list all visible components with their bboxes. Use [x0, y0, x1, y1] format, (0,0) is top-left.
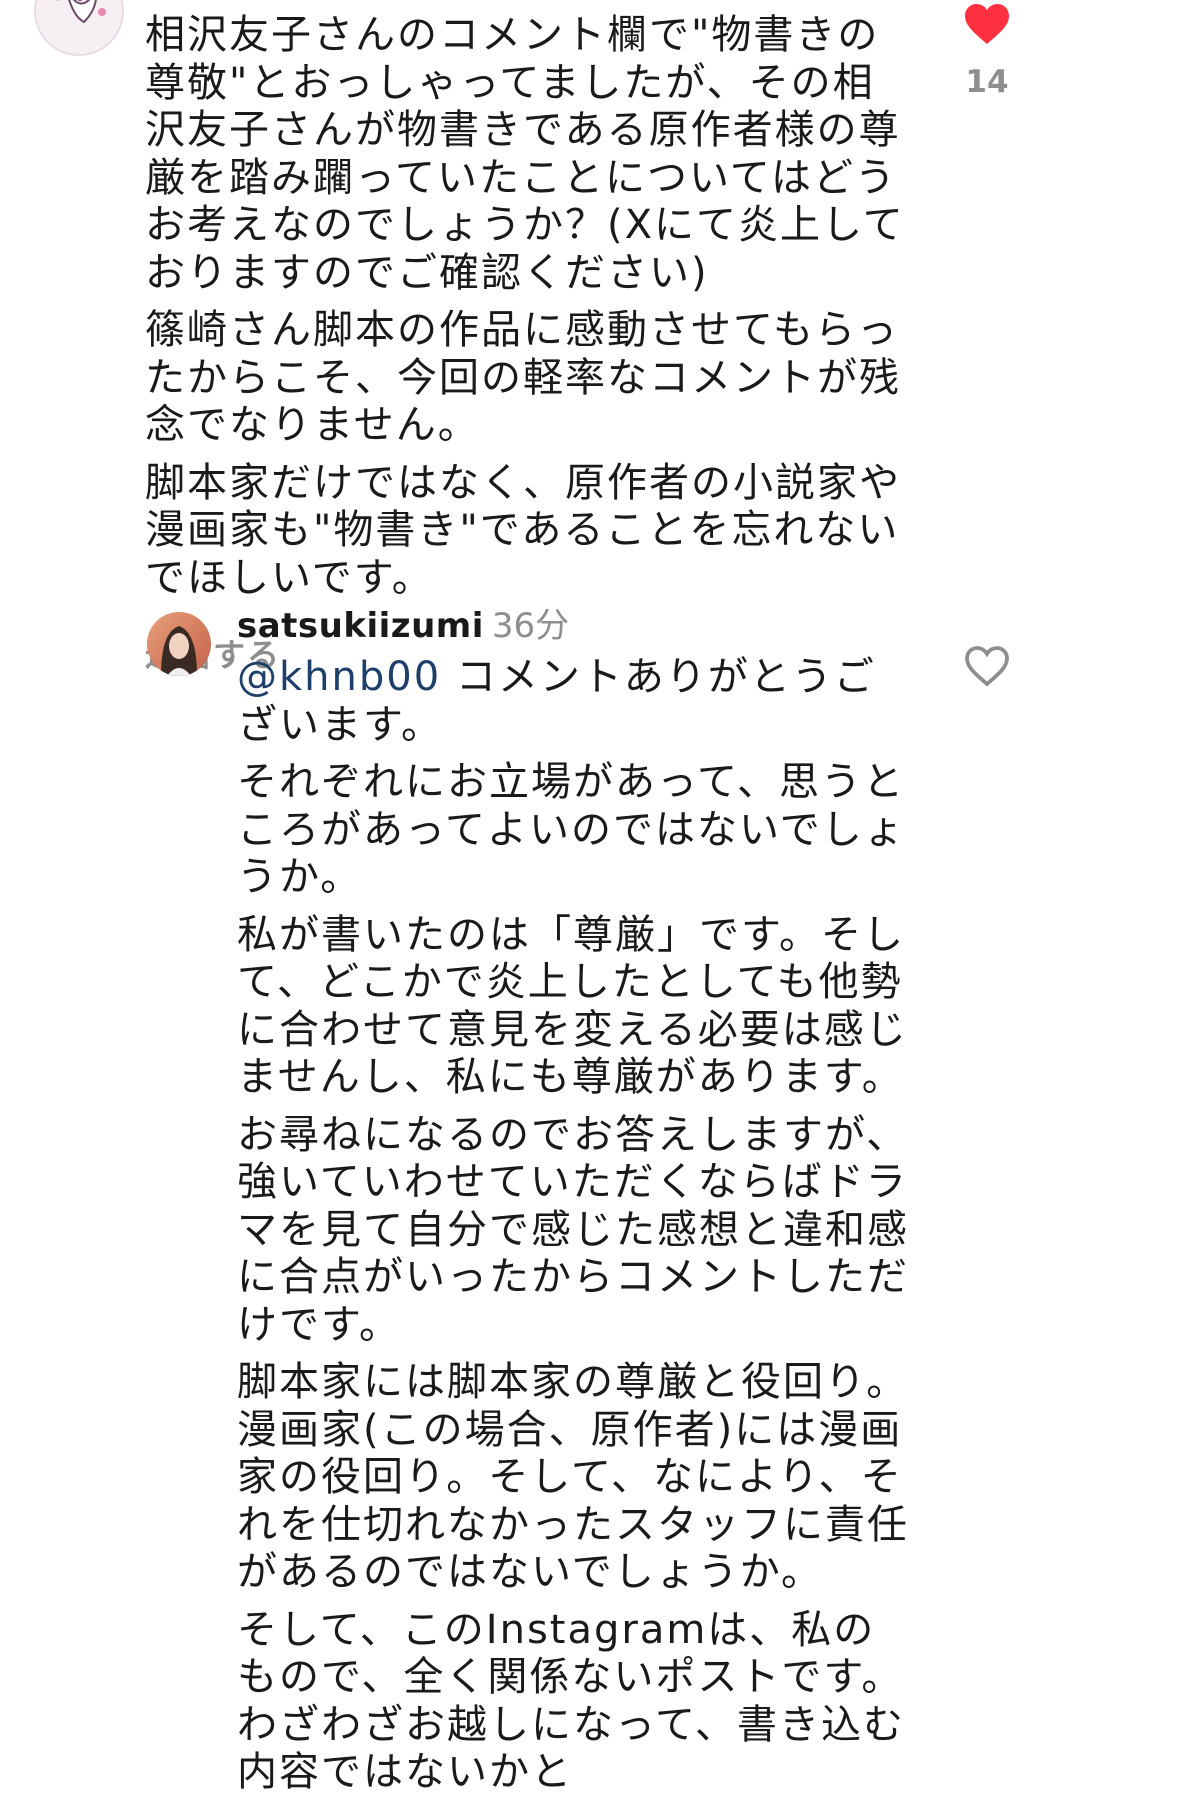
comment-2-body: satsukiizumi 36分 @khnb00 コメントありがとうございます。 …	[237, 604, 917, 1807]
comment-text: 私が書いたのは「尊厳」です。そして、どこかで炎上したとしても他勢に合わせて意見を…	[237, 911, 908, 1101]
like-column: 14	[947, 2, 1027, 100]
timestamp: 36分	[491, 606, 570, 646]
comment-header: satsukiizumi 36分	[237, 604, 917, 648]
commenter-avatar[interactable]	[34, 0, 124, 56]
username-link[interactable]: satsukiizumi	[237, 606, 484, 646]
avatar-illustration-icon	[36, 0, 122, 54]
user-avatar[interactable]	[147, 612, 211, 676]
comment-text: そして、このInstagramは、私のもので、全く関係ないポストです。わざわざお…	[237, 1606, 905, 1796]
comment-text: 相沢友子さんのコメント欄で"物書きの尊敬"とおっしゃってましたが、その相沢友子さ…	[145, 12, 905, 296]
comment-text: 脚本家だけではなく、原作者の小説家や漫画家も"物書き"であることを忘れないでほし…	[145, 459, 901, 601]
heart-filled-icon[interactable]	[963, 2, 1011, 46]
comment-text: 脚本家には脚本家の尊厳と役回り。漫画家(この場合、原作者)には漫画家の役回り。そ…	[237, 1359, 909, 1595]
comment-text: 篠崎さん脚本の作品に感動させてもらったからこそ、今回の軽率なコメントが残念でなり…	[145, 307, 901, 448]
like-column	[947, 644, 1027, 692]
profile-photo-icon	[147, 612, 211, 676]
comment-2: satsukiizumi 36分 @khnb00 コメントありがとうございます。 …	[0, 600, 1179, 1795]
comment-text: お尋ねになるのでお答えしますが、強いていわせていただくならばドラマを見て自分で感…	[237, 1111, 909, 1348]
heart-outline-icon[interactable]	[963, 644, 1011, 688]
comment-1: 相沢友子さんのコメント欄で"物書きの尊敬"とおっしゃってましたが、その相沢友子さ…	[0, 0, 1179, 674]
comment-text: それぞれにお立場があって、思うところがあってよいのではないでしょうか。	[237, 759, 906, 900]
mention-link[interactable]: @khnb00	[237, 654, 441, 700]
like-count: 14	[965, 64, 1009, 100]
comment-1-body: 相沢友子さんのコメント欄で"物書きの尊敬"とおっしゃってましたが、その相沢友子さ…	[145, 12, 910, 676]
comment-text: @khnb00 コメントありがとうございます。	[237, 654, 917, 749]
